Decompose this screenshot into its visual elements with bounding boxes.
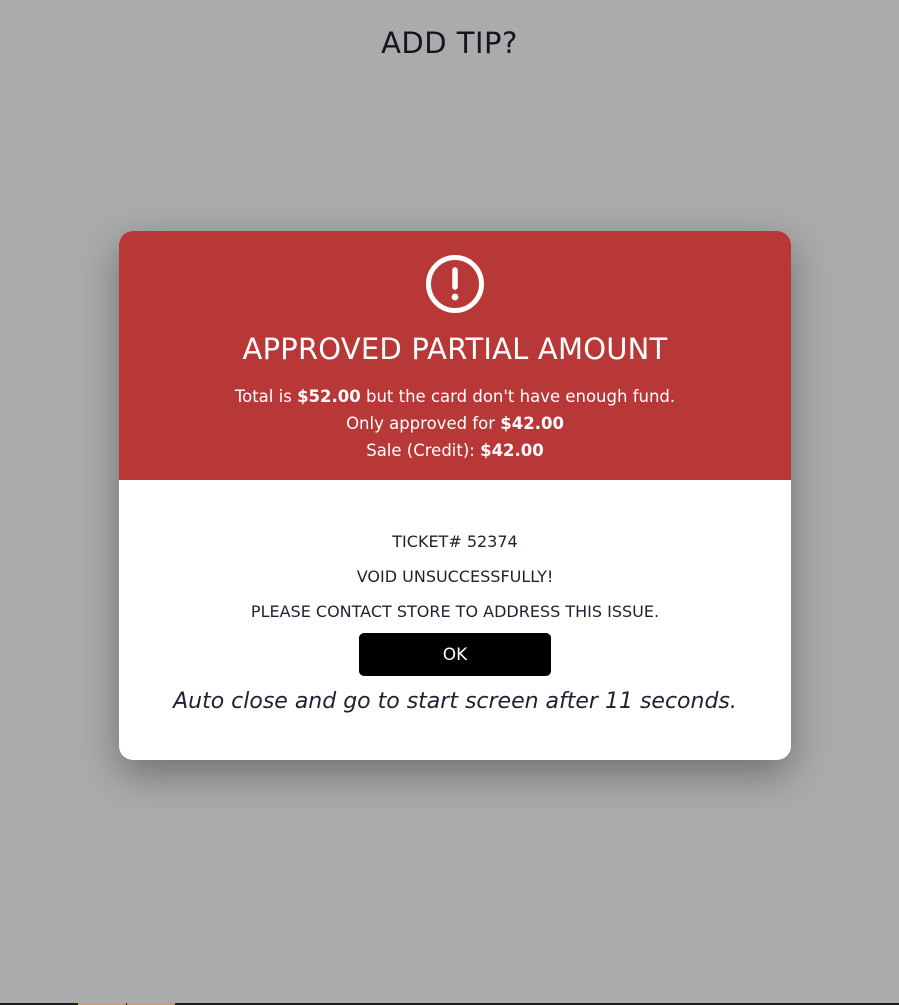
total-prefix: Total is — [234, 387, 292, 406]
approved-message: Only approved for $42.00 — [119, 413, 791, 435]
sale-prefix: Sale (Credit): — [366, 441, 475, 460]
sale-amount: $42.00 — [480, 441, 544, 460]
approved-prefix: Only approved for — [346, 414, 495, 433]
auto-close-notice: Auto close and go to start screen after … — [173, 689, 737, 714]
total-amount: $52.00 — [297, 387, 361, 406]
ok-button[interactable]: OK — [359, 633, 551, 676]
void-status: VOID UNSUCCESSFULLY! — [356, 567, 554, 586]
dialog-body: TICKET# 52374 VOID UNSUCCESSFULLY! PLEAS… — [119, 480, 791, 760]
dialog-header: APPROVED PARTIAL AMOUNT Total is $52.00 … — [119, 231, 791, 480]
alert-circle-icon — [426, 255, 484, 313]
partial-approval-dialog: APPROVED PARTIAL AMOUNT Total is $52.00 … — [119, 231, 791, 760]
total-suffix: but the card don't have enough fund. — [365, 387, 676, 406]
ticket-number: TICKET# 52374 — [392, 532, 518, 551]
dialog-title: APPROVED PARTIAL AMOUNT — [242, 332, 668, 366]
contact-message: PLEASE CONTACT STORE TO ADDRESS THIS ISS… — [250, 602, 660, 621]
approved-amount: $42.00 — [500, 414, 564, 433]
sale-message: Sale (Credit): $42.00 — [119, 440, 791, 462]
total-message: Total is $52.00 but the card don't have … — [119, 386, 791, 408]
